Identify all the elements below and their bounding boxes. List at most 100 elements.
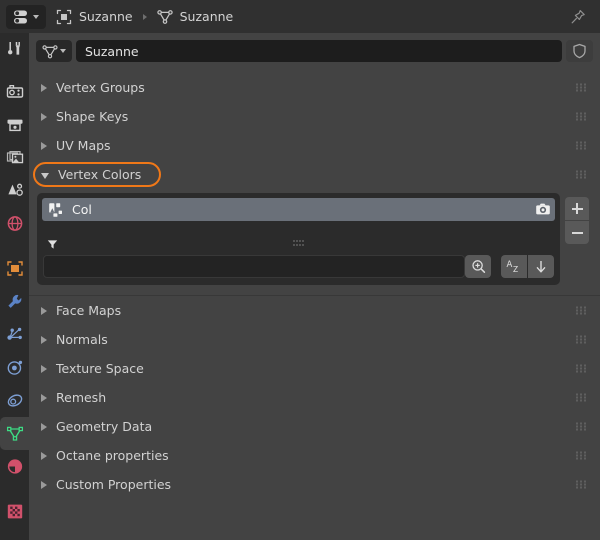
chevron-down-icon — [41, 172, 49, 179]
scene-cone-icon — [7, 183, 23, 196]
datablock-name-input[interactable]: Suzanne — [76, 40, 562, 62]
drag-dots-icon[interactable] — [576, 170, 587, 179]
sidebar-item-object-constraints[interactable] — [0, 384, 29, 417]
chevron-down-icon — [33, 14, 39, 19]
drag-dots-icon[interactable] — [576, 83, 587, 92]
fake-user-toggle[interactable] — [566, 40, 593, 62]
sort-alphabetical-button[interactable]: A Z — [501, 255, 527, 278]
chevron-right-icon — [41, 112, 47, 121]
properties-editor-icon — [14, 10, 27, 23]
panel-title: Geometry Data — [56, 419, 153, 434]
tool-icon — [8, 41, 21, 55]
datablock-type-dropdown[interactable] — [36, 40, 72, 62]
view-layer-images-icon — [6, 150, 23, 164]
sidebar-item-view-layer[interactable] — [0, 141, 29, 174]
filter-funnel-toggle[interactable] — [47, 238, 58, 253]
panel-title: Vertex Colors — [58, 167, 142, 182]
panel-header-vertex-groups[interactable]: Vertex Groups — [29, 73, 600, 102]
panel-header-custom-properties[interactable]: Custom Properties — [29, 470, 600, 499]
tab-separator-2 — [0, 240, 29, 252]
vertex-colors-list-container: Col A Z — [37, 193, 560, 285]
drag-dots-icon[interactable] — [576, 480, 587, 489]
pin-button[interactable] — [570, 9, 586, 28]
physics-orbit-icon — [7, 360, 22, 375]
sidebar-item-output[interactable] — [0, 108, 29, 141]
panel-header-face-maps[interactable]: Face Maps — [29, 296, 600, 325]
list-search-row: A Z — [43, 255, 554, 278]
drag-dots-icon[interactable] — [576, 335, 587, 344]
sidebar-item-object[interactable] — [0, 252, 29, 285]
search-input[interactable] — [43, 255, 465, 278]
mesh-data-icon — [42, 44, 58, 58]
tab-separator-1 — [0, 63, 29, 75]
vertex-color-data-icon — [49, 202, 62, 217]
list-filter-row — [42, 235, 555, 253]
sidebar-item-scene[interactable] — [0, 174, 29, 207]
sidebar-item-render[interactable] — [0, 75, 29, 108]
tab-separator-3 — [0, 483, 29, 495]
constraints-icon — [7, 394, 22, 407]
editor-type-selector[interactable] — [6, 4, 46, 29]
sort-button-group: A Z — [501, 255, 554, 278]
properties-main-region: Suzanne Vertex Groups Shape Keys UV Maps… — [29, 33, 600, 540]
sidebar-item-physics[interactable] — [0, 351, 29, 384]
remove-vertex-color-button[interactable] — [565, 221, 589, 244]
datablock-id-row: Suzanne — [36, 38, 593, 64]
panel-title: Shape Keys — [56, 109, 129, 124]
panel-title: Normals — [56, 332, 108, 347]
chevron-right-icon — [41, 422, 47, 431]
particles-icon — [6, 327, 22, 340]
sidebar-item-object-data[interactable] — [0, 417, 29, 450]
breadcrumb-object-label[interactable]: Suzanne — [79, 9, 133, 24]
panel-header-geometry-data[interactable]: Geometry Data — [29, 412, 600, 441]
breadcrumb-mesh-label[interactable]: Suzanne — [180, 9, 234, 24]
svg-text:Z: Z — [513, 265, 518, 274]
drag-dots-icon[interactable] — [576, 141, 587, 150]
drag-dots-icon[interactable] — [576, 451, 587, 460]
drag-dots-icon[interactable] — [576, 364, 587, 373]
object-icon — [56, 9, 72, 24]
chevron-right-icon — [41, 306, 47, 315]
drag-dots-icon[interactable] — [293, 240, 304, 247]
material-sphere-icon — [7, 459, 22, 474]
chevron-right-icon — [41, 364, 47, 373]
drag-dots-icon[interactable] — [576, 422, 587, 431]
properties-tab-strip — [0, 33, 29, 540]
chevron-right-icon — [41, 451, 47, 460]
panel-title: Remesh — [56, 390, 107, 405]
drag-dots-icon[interactable] — [576, 393, 587, 402]
sort-direction-button[interactable] — [528, 255, 554, 278]
drag-dots-icon[interactable] — [576, 112, 587, 121]
sidebar-item-tool[interactable] — [0, 33, 29, 63]
breadcrumb: Suzanne Suzanne — [56, 9, 233, 25]
datablock-name-value: Suzanne — [85, 43, 139, 59]
panel-header-octane-properties[interactable]: Octane properties — [29, 441, 600, 470]
sidebar-item-particles[interactable] — [0, 318, 29, 351]
magnifier-plus-icon — [471, 260, 485, 273]
sidebar-item-modifiers[interactable] — [0, 285, 29, 318]
chevron-right-icon — [41, 335, 47, 344]
mesh-data-triangle-icon — [6, 426, 23, 441]
sidebar-item-world[interactable] — [0, 207, 29, 240]
editor-header: Suzanne Suzanne — [0, 0, 600, 33]
panel-header-shape-keys[interactable]: Shape Keys — [29, 102, 600, 131]
drag-dots-icon[interactable] — [576, 306, 587, 315]
properties-editor: Suzanne Suzanne Suzanne Vertex Groups Sh… — [0, 0, 600, 540]
panel-header-remesh[interactable]: Remesh — [29, 383, 600, 412]
render-color-toggle[interactable] — [534, 201, 551, 218]
list-item[interactable]: Col — [42, 198, 555, 221]
shield-icon — [573, 43, 586, 59]
add-vertex-color-button[interactable] — [565, 197, 589, 220]
list-add-remove-buttons — [565, 197, 589, 244]
pin-icon — [571, 10, 585, 24]
panel-header-texture-space[interactable]: Texture Space — [29, 354, 600, 383]
sidebar-item-texture[interactable] — [0, 495, 29, 528]
chevron-right-icon — [41, 83, 47, 92]
panel-header-normals[interactable]: Normals — [29, 325, 600, 354]
panel-header-uv-maps[interactable]: UV Maps — [29, 131, 600, 160]
search-add-button[interactable] — [465, 255, 491, 278]
wrench-icon — [7, 294, 21, 308]
render-camera-icon — [6, 84, 23, 98]
panel-header-vertex-colors[interactable]: Vertex Colors — [29, 160, 600, 189]
sidebar-item-material[interactable] — [0, 450, 29, 483]
